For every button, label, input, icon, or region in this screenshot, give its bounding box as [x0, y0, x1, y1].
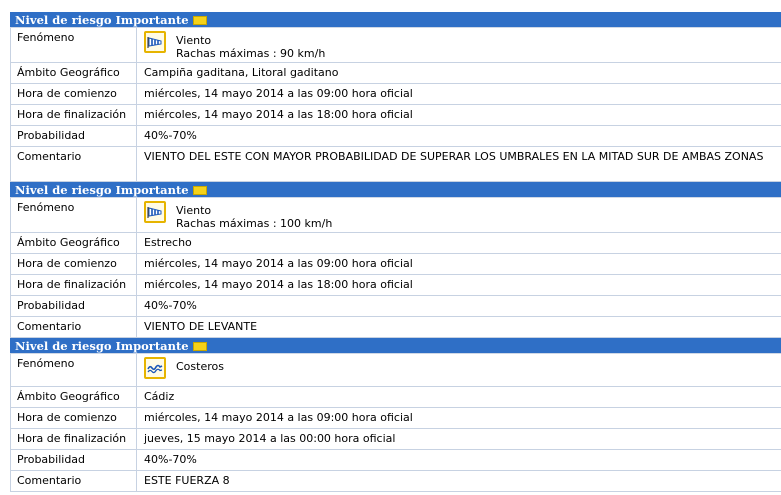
row-fenomeno: Fenómeno Costeros: [10, 354, 781, 387]
row-ambito: Ámbito Geográfico Campiña gaditana, Lito…: [10, 63, 781, 84]
value-ambito: Cádiz: [144, 390, 175, 403]
wind-icon: [144, 201, 166, 223]
value-inicio: miércoles, 14 mayo 2014 a las 09:00 hora…: [144, 257, 413, 270]
risk-level-badge-icon: [192, 185, 207, 195]
wind-icon: [144, 31, 166, 53]
label-ambito: Ámbito Geográfico: [10, 233, 137, 253]
value-comentario: ESTE FUERZA 8: [144, 474, 230, 487]
warning-block-3: Nivel de riesgo Importante Fenómeno Cost…: [10, 338, 781, 492]
row-fin: Hora de finalización jueves, 15 mayo 201…: [10, 429, 781, 450]
label-comentario: Comentario: [10, 147, 137, 181]
risk-level-badge-icon: [192, 15, 207, 25]
row-probabilidad: Probabilidad 40%-70%: [10, 126, 781, 147]
value-ambito: Campiña gaditana, Litoral gaditano: [144, 66, 339, 79]
row-fin: Hora de finalización miércoles, 14 mayo …: [10, 105, 781, 126]
label-fin: Hora de finalización: [10, 105, 137, 125]
row-fenomeno: Fenómeno Viento Rachas máximas : 100 km/h: [10, 198, 781, 233]
value-fin: jueves, 15 mayo 2014 a las 00:00 hora of…: [144, 432, 396, 445]
row-probabilidad: Probabilidad 40%-70%: [10, 296, 781, 317]
risk-level-title: Nivel de riesgo Importante: [15, 13, 189, 27]
value-probabilidad: 40%-70%: [144, 299, 197, 312]
row-fin: Hora de finalización miércoles, 14 mayo …: [10, 275, 781, 296]
row-comentario: Comentario VIENTO DE LEVANTE: [10, 317, 781, 338]
value-fenomeno: Viento Rachas máximas : 100 km/h: [137, 198, 781, 232]
value-probabilidad: 40%-70%: [144, 129, 197, 142]
value-comentario: VIENTO DE LEVANTE: [144, 320, 258, 333]
label-fenomeno: Fenómeno: [10, 198, 137, 232]
warning-header: Nivel de riesgo Importante: [10, 338, 781, 354]
label-comentario: Comentario: [10, 471, 137, 491]
row-ambito: Ámbito Geográfico Estrecho: [10, 233, 781, 254]
risk-level-title: Nivel de riesgo Importante: [15, 183, 189, 197]
risk-level-title: Nivel de riesgo Importante: [15, 339, 189, 353]
phenomenon-name: Viento: [176, 204, 212, 217]
value-comentario: VIENTO DEL ESTE CON MAYOR PROBABILIDAD D…: [144, 150, 764, 163]
value-fin: miércoles, 14 mayo 2014 a las 18:00 hora…: [144, 108, 413, 121]
row-inicio: Hora de comienzo miércoles, 14 mayo 2014…: [10, 408, 781, 429]
warning-block-2: Nivel de riesgo Importante Fenómeno Vien…: [10, 182, 781, 338]
row-inicio: Hora de comienzo miércoles, 14 mayo 2014…: [10, 84, 781, 105]
label-inicio: Hora de comienzo: [10, 254, 137, 274]
value-fenomeno: Costeros: [137, 354, 781, 386]
phenomenon-detail: Rachas máximas : 100 km/h: [176, 217, 333, 230]
value-fenomeno: Viento Rachas máximas : 90 km/h: [137, 28, 781, 62]
coastal-waves-icon: [144, 357, 166, 379]
phenomenon-name: Costeros: [176, 360, 224, 373]
row-inicio: Hora de comienzo miércoles, 14 mayo 2014…: [10, 254, 781, 275]
label-ambito: Ámbito Geográfico: [10, 63, 137, 83]
warning-header: Nivel de riesgo Importante: [10, 182, 781, 198]
row-ambito: Ámbito Geográfico Cádiz: [10, 387, 781, 408]
label-fin: Hora de finalización: [10, 275, 137, 295]
row-probabilidad: Probabilidad 40%-70%: [10, 450, 781, 471]
row-fenomeno: Fenómeno Viento Rachas máximas : 90 km/h: [10, 28, 781, 63]
label-ambito: Ámbito Geográfico: [10, 387, 137, 407]
row-comentario: Comentario VIENTO DEL ESTE CON MAYOR PRO…: [10, 147, 781, 182]
label-probabilidad: Probabilidad: [10, 450, 137, 470]
risk-level-badge-icon: [192, 341, 207, 351]
label-probabilidad: Probabilidad: [10, 126, 137, 146]
value-probabilidad: 40%-70%: [144, 453, 197, 466]
label-fenomeno: Fenómeno: [10, 28, 137, 62]
label-inicio: Hora de comienzo: [10, 84, 137, 104]
label-fenomeno: Fenómeno: [10, 354, 137, 386]
label-inicio: Hora de comienzo: [10, 408, 137, 428]
value-fin: miércoles, 14 mayo 2014 a las 18:00 hora…: [144, 278, 413, 291]
value-inicio: miércoles, 14 mayo 2014 a las 09:00 hora…: [144, 87, 413, 100]
row-comentario: Comentario ESTE FUERZA 8: [10, 471, 781, 492]
label-comentario: Comentario: [10, 317, 137, 337]
value-ambito: Estrecho: [144, 236, 192, 249]
label-probabilidad: Probabilidad: [10, 296, 137, 316]
phenomenon-detail: Rachas máximas : 90 km/h: [176, 47, 326, 60]
warning-block-1: Nivel de riesgo Importante Fenómeno Vien…: [10, 12, 781, 182]
phenomenon-name: Viento: [176, 34, 212, 47]
warning-header: Nivel de riesgo Importante: [10, 12, 781, 28]
value-inicio: miércoles, 14 mayo 2014 a las 09:00 hora…: [144, 411, 413, 424]
label-fin: Hora de finalización: [10, 429, 137, 449]
